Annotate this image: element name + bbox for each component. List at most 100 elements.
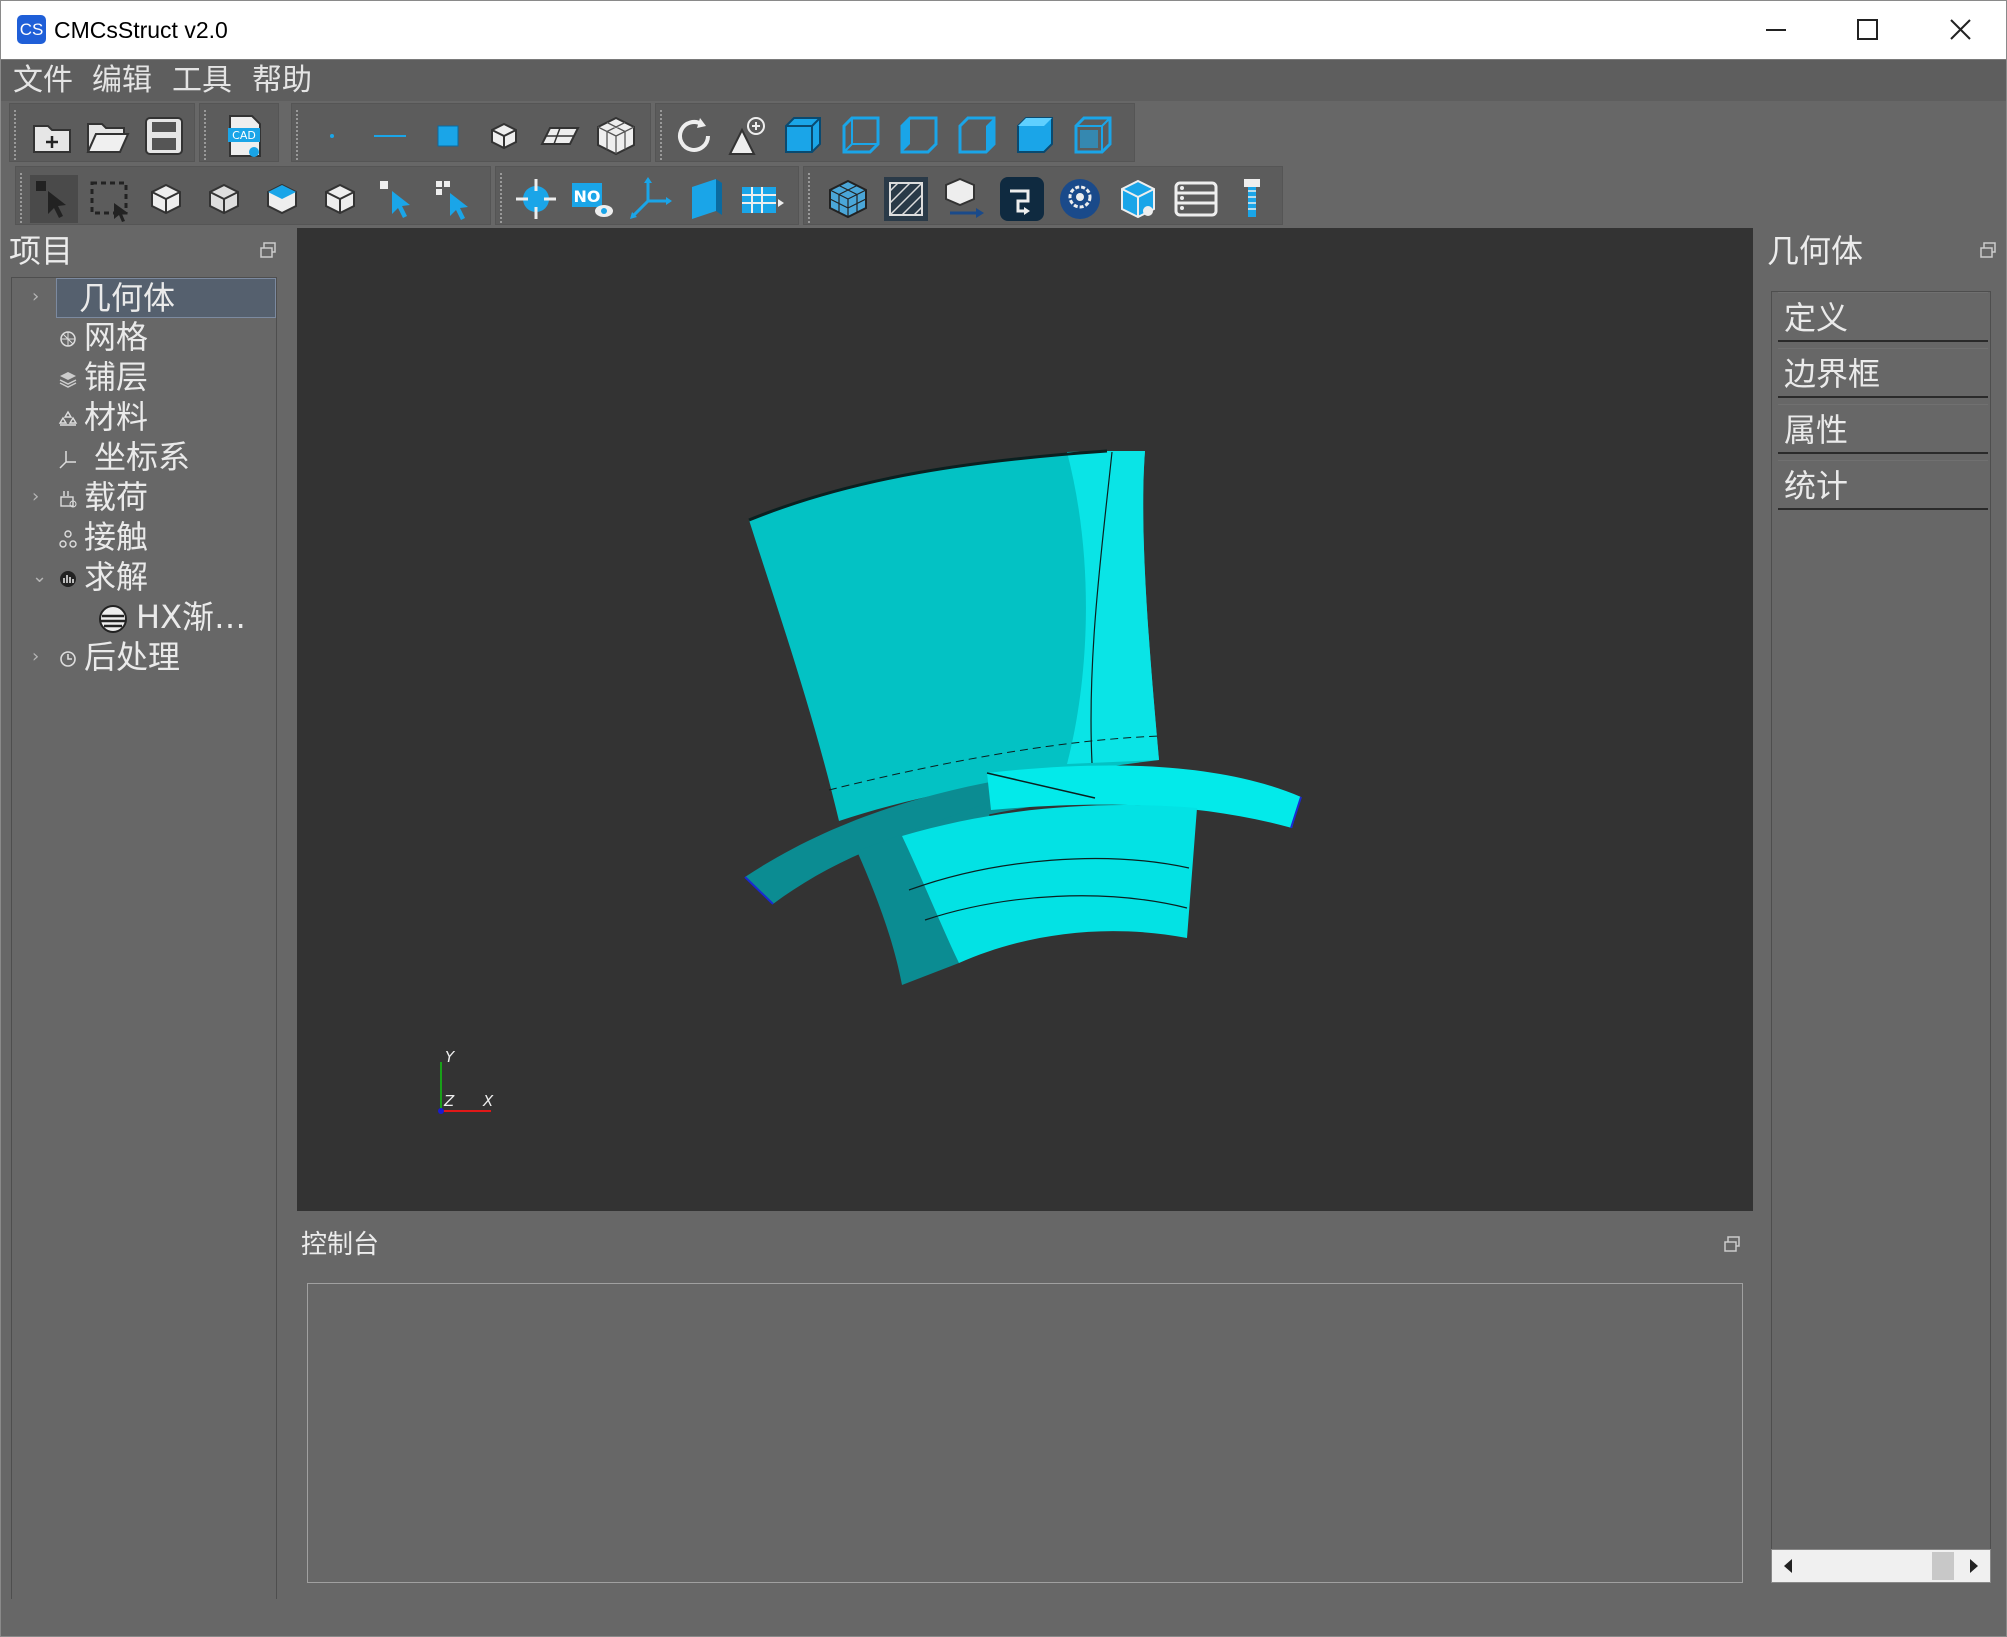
tree-item-solve[interactable]: ⌄ 求解 bbox=[12, 558, 278, 596]
mesh-icon bbox=[60, 331, 76, 347]
view-left-icon bbox=[900, 116, 938, 154]
expander-icon[interactable]: › bbox=[32, 478, 48, 516]
pick-point-icon bbox=[380, 181, 410, 218]
zoom-fit-button[interactable] bbox=[724, 112, 772, 160]
line-button[interactable] bbox=[366, 112, 414, 160]
expander-icon[interactable]: › bbox=[32, 638, 48, 676]
table-button[interactable] bbox=[738, 175, 786, 223]
toolbar-grip[interactable] bbox=[20, 173, 24, 223]
toolbar-grip[interactable] bbox=[660, 110, 664, 160]
settings-gear-button[interactable] bbox=[1056, 175, 1104, 223]
open-file-button[interactable] bbox=[84, 112, 132, 160]
menu-file[interactable]: 文件 bbox=[13, 62, 73, 100]
view-iso-button[interactable] bbox=[1070, 112, 1118, 160]
tree-item-contact[interactable]: 接触 bbox=[12, 518, 278, 556]
plane-button[interactable] bbox=[536, 112, 584, 160]
toolbar-grip[interactable] bbox=[808, 173, 812, 223]
scroll-thumb[interactable] bbox=[1932, 1552, 1954, 1580]
export-box-icon bbox=[945, 177, 984, 218]
float-panel-icon[interactable] bbox=[1723, 1235, 1741, 1253]
tree-item-postprocess[interactable]: › 后处理 bbox=[12, 638, 278, 676]
toolbar-grip[interactable] bbox=[296, 110, 300, 160]
new-file-button[interactable] bbox=[28, 112, 76, 160]
mesh-cube-button[interactable] bbox=[592, 112, 640, 160]
point-button[interactable] bbox=[308, 112, 356, 160]
cad-import-button[interactable]: CAD bbox=[220, 112, 268, 160]
multi-cube-button[interactable] bbox=[1114, 175, 1162, 223]
tree-item-solver-case[interactable]: HX渐… bbox=[12, 598, 278, 636]
contact-icon bbox=[59, 530, 77, 548]
float-panel-icon[interactable] bbox=[259, 241, 277, 259]
geometry-item-bounding-box[interactable]: 边界框 bbox=[1778, 348, 1988, 398]
toolbar-grip[interactable] bbox=[14, 110, 18, 160]
export-box-button[interactable] bbox=[940, 175, 988, 223]
select-arrow-button[interactable] bbox=[30, 175, 78, 223]
probe-button[interactable] bbox=[1228, 175, 1276, 223]
numbering-button[interactable]: NO bbox=[568, 175, 616, 223]
horizontal-scrollbar[interactable] bbox=[1771, 1549, 1991, 1583]
tree-item-layers[interactable]: 铺层 bbox=[12, 358, 278, 396]
selection-toolbar bbox=[15, 166, 491, 225]
tree-item-geometry[interactable]: › 几何体 bbox=[12, 278, 278, 318]
tree-item-label: 铺层 bbox=[84, 358, 149, 396]
rotate-button[interactable] bbox=[670, 112, 718, 160]
select-face-icon bbox=[267, 183, 297, 215]
menu-tools[interactable]: 工具 bbox=[172, 62, 232, 100]
tree-item-coordinate-system[interactable]: 坐标系 bbox=[12, 438, 278, 476]
toolbar-grip[interactable] bbox=[500, 173, 504, 223]
solid-button[interactable] bbox=[480, 112, 528, 160]
float-panel-icon[interactable] bbox=[1979, 241, 1997, 259]
select-vertex-button[interactable] bbox=[142, 175, 190, 223]
mesh-grid-button[interactable] bbox=[824, 175, 872, 223]
console-output[interactable] bbox=[307, 1283, 1743, 1583]
save-button[interactable] bbox=[140, 112, 188, 160]
target-button[interactable] bbox=[512, 175, 560, 223]
menu-help[interactable]: 帮助 bbox=[252, 62, 312, 100]
tree-item-label: 几何体 bbox=[56, 278, 276, 318]
view-right-button[interactable] bbox=[954, 112, 1002, 160]
toolbar-grip[interactable] bbox=[204, 110, 208, 160]
view-top-button[interactable] bbox=[1012, 112, 1060, 160]
select-body-button[interactable] bbox=[316, 175, 364, 223]
analysis-toolbar bbox=[803, 166, 1283, 225]
scroll-right-icon[interactable] bbox=[1958, 1550, 1990, 1582]
axis-button[interactable] bbox=[626, 175, 674, 223]
select-edge-button[interactable] bbox=[200, 175, 248, 223]
app-logo-icon: CS bbox=[17, 15, 46, 44]
geometry-item-properties[interactable]: 属性 bbox=[1778, 404, 1988, 454]
select-face-button[interactable] bbox=[258, 175, 306, 223]
face-button[interactable] bbox=[424, 112, 472, 160]
tree-item-mesh[interactable]: 网格 bbox=[12, 318, 278, 356]
solve-icon bbox=[60, 571, 76, 587]
probe-icon bbox=[1244, 179, 1260, 217]
minimize-button[interactable] bbox=[1730, 1, 1822, 59]
x-axis-label: X bbox=[482, 1092, 494, 1110]
layers-list-button[interactable] bbox=[1172, 175, 1220, 223]
pick-point-button[interactable] bbox=[374, 175, 422, 223]
box-select-icon bbox=[90, 181, 128, 222]
tree-item-load[interactable]: › 载荷 bbox=[12, 478, 278, 516]
geometry-item-definition[interactable]: 定义 bbox=[1778, 292, 1988, 342]
pick-node-button[interactable] bbox=[430, 175, 478, 223]
transfer-button[interactable] bbox=[998, 175, 1046, 223]
tree-item-material[interactable]: 材料 bbox=[12, 398, 278, 436]
layers-list-icon bbox=[1174, 181, 1218, 217]
3d-viewport[interactable]: Y Z X bbox=[297, 228, 1753, 1211]
view-left-button[interactable] bbox=[896, 112, 944, 160]
menu-edit[interactable]: 编辑 bbox=[92, 62, 152, 100]
scroll-left-icon[interactable] bbox=[1772, 1550, 1804, 1582]
maximize-button[interactable] bbox=[1822, 1, 1914, 59]
view-right-icon bbox=[958, 116, 996, 154]
box-select-button[interactable] bbox=[86, 175, 134, 223]
view-front-button[interactable] bbox=[780, 112, 828, 160]
view-back-button[interactable] bbox=[838, 112, 886, 160]
close-button[interactable] bbox=[1914, 1, 2006, 59]
geometry-item-statistics[interactable]: 统计 bbox=[1778, 460, 1988, 510]
maximize-icon bbox=[1857, 19, 1878, 40]
mesh-hatch-button[interactable] bbox=[882, 175, 930, 223]
app-window: CS CMCsStruct v2.0 文件 编辑 工具 帮助 CAD NO 项目… bbox=[0, 0, 2007, 1637]
expander-icon[interactable]: ⌄ bbox=[32, 558, 48, 596]
expander-icon[interactable]: › bbox=[32, 278, 48, 316]
section-button[interactable] bbox=[682, 175, 730, 223]
minimize-icon bbox=[1766, 29, 1786, 31]
